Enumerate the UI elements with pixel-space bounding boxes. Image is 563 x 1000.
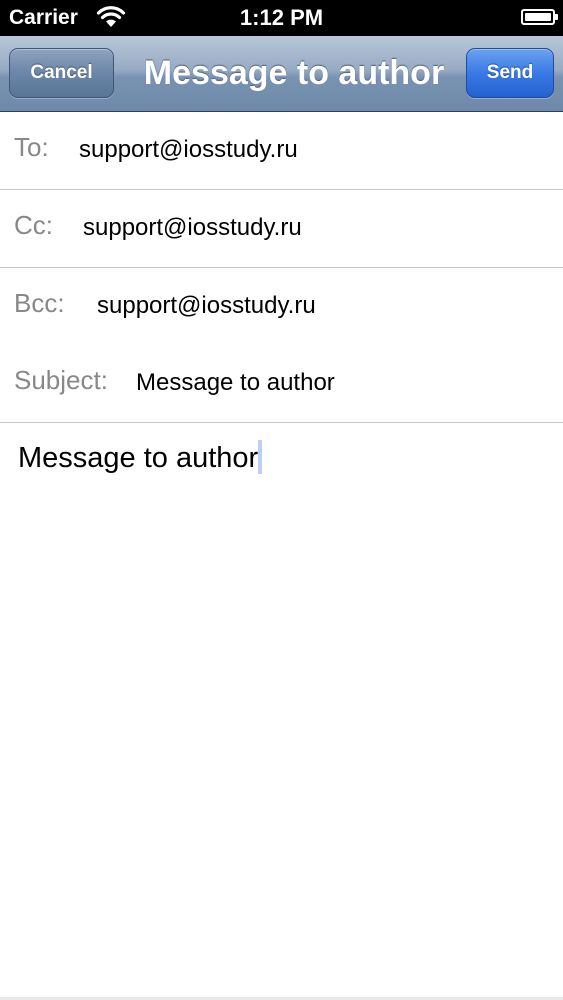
send-button[interactable]: Send <box>466 48 554 98</box>
status-time: 1:12 PM <box>239 5 324 30</box>
message-body-area[interactable] <box>0 422 563 998</box>
subject-label: Subject: <box>14 365 108 395</box>
bcc-field-row[interactable]: Bcc: support@iosstudy.ru <box>0 268 563 346</box>
text-cursor <box>258 440 263 475</box>
cc-field[interactable]: support@iosstudy.ru <box>83 214 302 242</box>
subject-field[interactable]: Message to author <box>136 369 335 397</box>
bcc-label: Bcc: <box>14 288 65 318</box>
to-field-row[interactable]: To: support@iosstudy.ru <box>0 112 563 190</box>
bcc-field[interactable]: support@iosstudy.ru <box>97 292 316 320</box>
subject-field-row[interactable]: Subject: Message to author <box>0 345 563 423</box>
cancel-button[interactable]: Cancel <box>9 48 114 98</box>
navigation-bar: Cancel Message to author Send <box>0 36 563 112</box>
to-field[interactable]: support@iosstudy.ru <box>79 136 298 164</box>
to-label: To: <box>14 132 49 162</box>
battery-icon <box>521 9 558 25</box>
cc-label: Cc: <box>14 210 53 240</box>
cc-field-row[interactable]: Cc: support@iosstudy.ru <box>0 190 563 268</box>
status-bar: Carrier 1:12 PM <box>0 0 563 36</box>
message-body-text: Message to author <box>18 442 259 474</box>
page-title: Message to author <box>143 54 445 92</box>
message-body[interactable]: Message to author <box>18 440 263 476</box>
